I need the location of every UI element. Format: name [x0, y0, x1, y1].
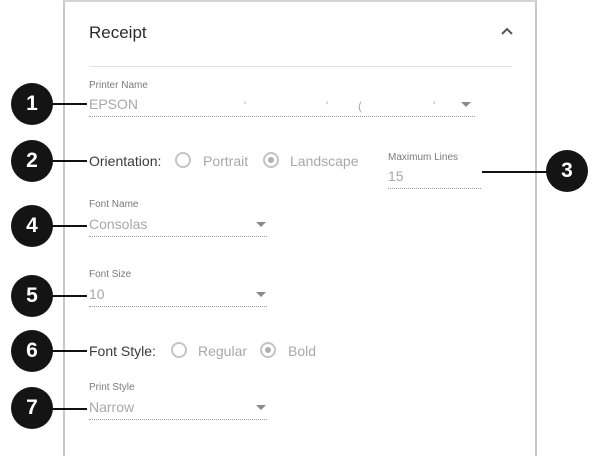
- callout-badge-3: 3: [546, 150, 588, 192]
- section-title: Receipt: [89, 23, 147, 42]
- printer-name-fragment: ': [244, 99, 247, 113]
- maximum-lines-label: Maximum Lines: [388, 152, 459, 163]
- font-style-bold-label[interactable]: Bold: [288, 343, 316, 359]
- callout-badge-2: 2: [11, 140, 53, 182]
- printer-name-fragment: (: [358, 99, 362, 113]
- callout-badge-4: 4: [11, 205, 53, 247]
- chevron-down-icon: [256, 222, 266, 227]
- maximum-lines-value: 15: [388, 168, 404, 184]
- callout-badge-1: 1: [11, 83, 53, 125]
- font-style-regular-label[interactable]: Regular: [198, 343, 247, 359]
- font-name-value: Consolas: [89, 216, 148, 232]
- chevron-up-icon[interactable]: [497, 22, 517, 40]
- font-style-bold-radio[interactable]: [260, 342, 276, 358]
- callout-leader-2: [52, 160, 87, 162]
- callout-leader-6: [52, 350, 87, 352]
- print-style-dropdown[interactable]: [89, 419, 267, 420]
- font-size-dropdown[interactable]: [89, 306, 267, 307]
- printer-name-fragment: ': [326, 99, 329, 113]
- printer-name-value: EPSON: [89, 96, 139, 112]
- printer-name-dropdown[interactable]: [89, 116, 475, 117]
- chevron-down-icon: [256, 292, 266, 297]
- callout-badge-6: 6: [11, 330, 53, 372]
- printer-name-fragment: ': [433, 99, 436, 113]
- callout-leader-3: [482, 171, 547, 173]
- callout-badge-7: 7: [11, 387, 53, 429]
- callout-leader-1: [52, 103, 87, 105]
- font-style-label: Font Style:: [89, 343, 156, 359]
- orientation-label: Orientation:: [89, 153, 162, 169]
- font-name-dropdown[interactable]: [89, 236, 267, 237]
- section-divider: [89, 66, 512, 67]
- printer-name-label: Printer Name: [89, 80, 148, 91]
- print-style-value: Narrow: [89, 399, 135, 415]
- callout-leader-4: [52, 225, 87, 227]
- font-style-regular-radio[interactable]: [171, 342, 187, 358]
- font-size-label: Font Size: [89, 269, 132, 280]
- font-name-label: Font Name: [89, 199, 139, 210]
- font-size-value: 10: [89, 286, 105, 302]
- chevron-down-icon: [256, 405, 266, 410]
- orientation-portrait-radio[interactable]: [175, 152, 191, 168]
- callout-leader-7: [52, 408, 87, 410]
- orientation-landscape-label[interactable]: Landscape: [290, 153, 359, 169]
- callout-leader-5: [52, 295, 87, 297]
- orientation-portrait-label[interactable]: Portrait: [203, 153, 248, 169]
- callout-badge-5: 5: [11, 275, 53, 317]
- maximum-lines-input[interactable]: [388, 188, 481, 189]
- print-style-label: Print Style: [89, 382, 135, 393]
- chevron-down-icon: [461, 102, 471, 107]
- orientation-landscape-radio[interactable]: [263, 152, 279, 168]
